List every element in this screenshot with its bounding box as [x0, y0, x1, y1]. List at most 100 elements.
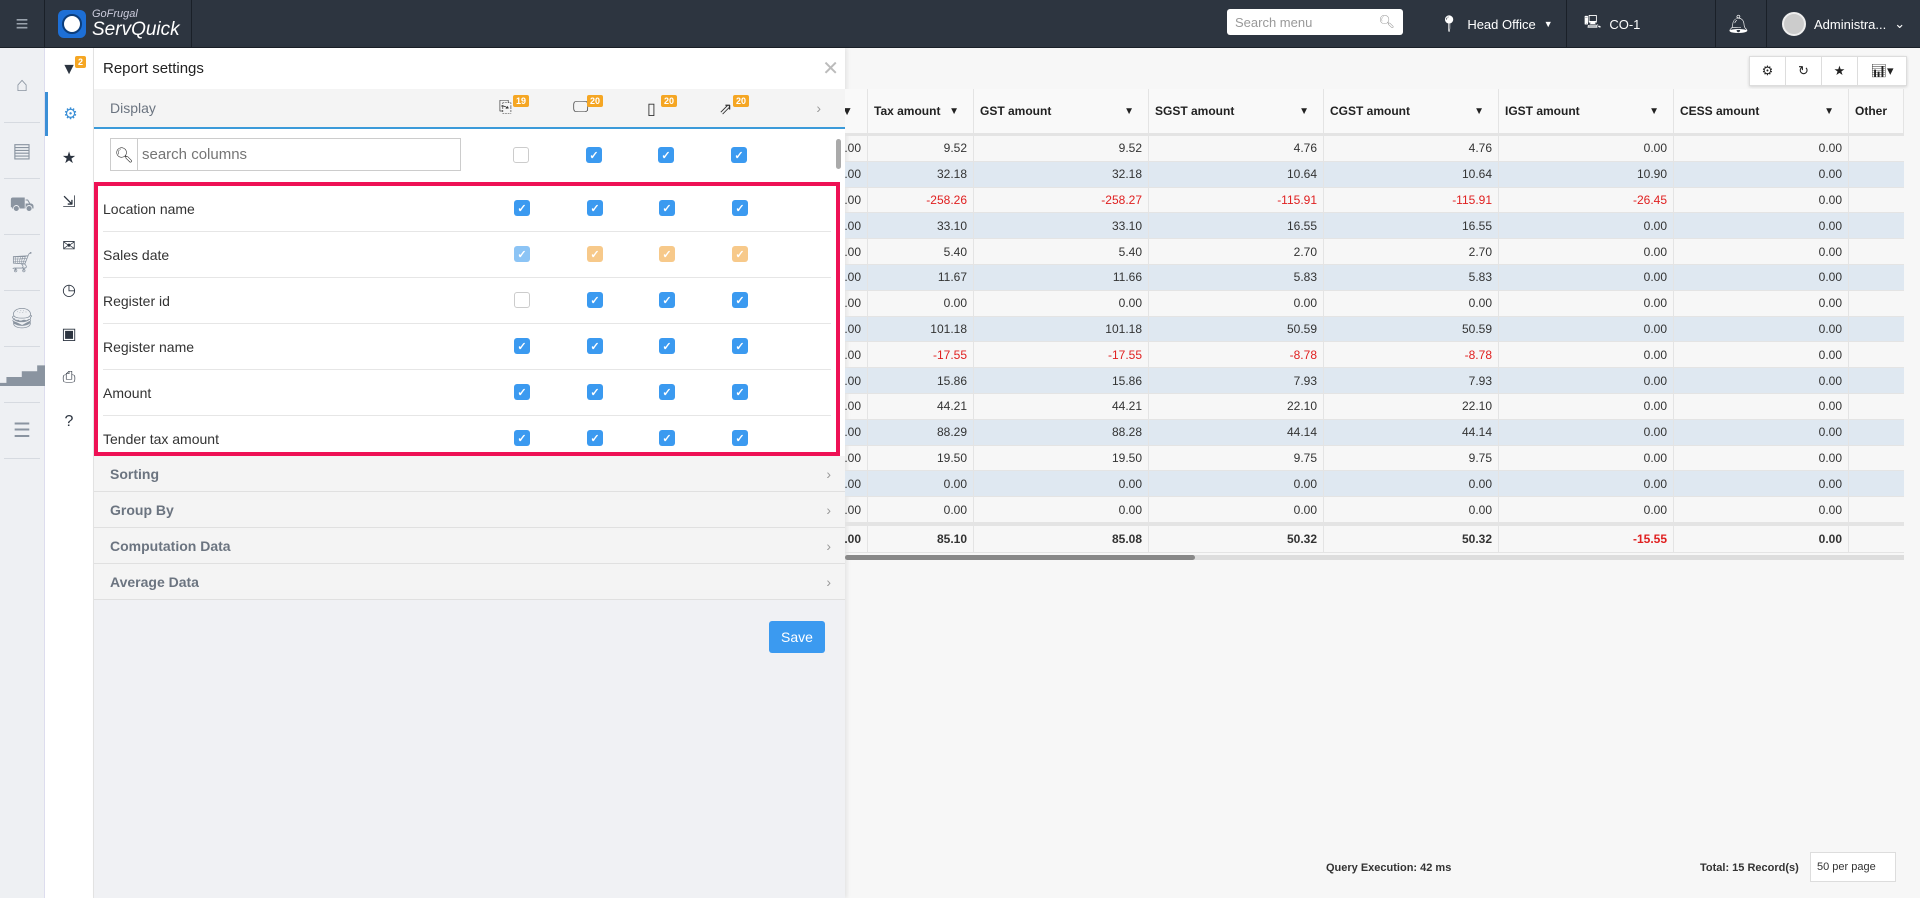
- top-bar: ≡ GoFrugal ServQuick Search menu 🔍︎ 📍︎ Head…: [0, 0, 1920, 48]
- help-icon[interactable]: ?: [45, 400, 93, 444]
- register-selector[interactable]: 🖳 CO-1: [1584, 0, 1640, 48]
- column-visibility-checkbox[interactable]: ✓: [587, 338, 603, 354]
- section-sorting[interactable]: Sorting ›: [94, 456, 845, 492]
- print-icon[interactable]: ⎙: [45, 356, 93, 400]
- search-columns[interactable]: 🔍︎: [110, 138, 461, 171]
- mail-icon[interactable]: ✉: [45, 224, 93, 268]
- cart-icon[interactable]: 🛒︎: [4, 235, 40, 291]
- search-menu-input[interactable]: Search menu 🔍︎: [1227, 9, 1403, 35]
- table-cell: 33.10: [974, 213, 1149, 239]
- table-cell: 10.90: [1499, 161, 1674, 187]
- search-columns-input[interactable]: [138, 146, 438, 163]
- column-visibility-checkbox[interactable]: ✓: [659, 430, 675, 446]
- panel-title: Report settings: [103, 60, 204, 77]
- section-average-data[interactable]: Average Data ›: [94, 564, 845, 600]
- column-header[interactable]: GST amount ▼: [974, 89, 1149, 133]
- column-header[interactable]: CGST amount ▼: [1324, 89, 1499, 133]
- column-header[interactable]: ▼: [845, 89, 868, 133]
- column-visibility-checkbox[interactable]: ✓: [587, 430, 603, 446]
- section-computation-data[interactable]: Computation Data ›: [94, 528, 845, 564]
- column-visibility-checkbox[interactable]: ✓: [514, 430, 530, 446]
- sort-caret-icon[interactable]: ▼: [845, 104, 853, 118]
- sort-caret-icon[interactable]: ▼: [1299, 106, 1309, 117]
- column-visibility-checkbox[interactable]: ✓: [732, 246, 748, 262]
- location-selector[interactable]: 📍︎ Head Office ▼: [1439, 0, 1553, 48]
- sort-caret-icon[interactable]: ▼: [1649, 106, 1659, 117]
- hamburger-menu-icon[interactable]: ≡: [0, 0, 45, 48]
- column-visibility-checkbox[interactable]: ✓: [514, 338, 530, 354]
- table-cell: 0.00: [1674, 161, 1849, 187]
- section-group-by[interactable]: Group By ›: [94, 492, 845, 528]
- filter-icon[interactable]: ▼ 2: [45, 48, 93, 92]
- display-section-header[interactable]: Display ⎘ 19 🖵 20 ▯ 20 ⇗ 20 ›: [94, 89, 845, 129]
- bell-icon[interactable]: 🔔︎: [1727, 0, 1750, 48]
- column-visibility-checkbox[interactable]: ✓: [732, 292, 748, 308]
- clock-icon[interactable]: ◷: [45, 268, 93, 312]
- table-cell-empty: [1849, 420, 1904, 445]
- column-visibility-checkbox[interactable]: ✓: [732, 338, 748, 354]
- column-header-label: SGST amount: [1155, 104, 1235, 118]
- table-cell: 15.86: [868, 368, 974, 393]
- column-visibility-checkbox[interactable]: ✓: [732, 430, 748, 446]
- favorite-star-icon[interactable]: ★: [1822, 57, 1858, 85]
- column-header[interactable]: SGST amount ▼: [1149, 89, 1324, 133]
- close-icon[interactable]: ✕: [822, 56, 839, 81]
- column-visibility-checkbox[interactable]: ✓: [659, 338, 675, 354]
- column-visibility-checkbox[interactable]: ✓: [514, 384, 530, 400]
- chart-dropdown-icon[interactable]: 📊︎▾: [1858, 57, 1906, 85]
- table-cell: 0.00: [974, 497, 1149, 522]
- signal-chart-icon[interactable]: ▁▃▅▇: [0, 347, 53, 403]
- table-cell: -17.55: [974, 342, 1149, 368]
- column-visibility-checkbox[interactable]: ✓: [659, 246, 675, 262]
- user-menu[interactable]: Administra... ⌄: [1782, 0, 1905, 48]
- column-header[interactable]: CESS amount ▼: [1674, 89, 1849, 133]
- horizontal-scrollbar[interactable]: [845, 555, 1904, 560]
- table-cell-empty: [1849, 188, 1904, 213]
- column-header[interactable]: IGST amount ▼: [1499, 89, 1674, 133]
- table-cell: 22.10: [1149, 393, 1324, 419]
- column-visibility-checkbox[interactable]: [514, 292, 530, 308]
- sort-caret-icon[interactable]: ▼: [1824, 106, 1834, 117]
- table-header-row: ▼Tax amount▼GST amount▼SGST amount▼CGST …: [845, 89, 1904, 136]
- sort-caret-icon[interactable]: ▼: [1124, 106, 1134, 117]
- logo[interactable]: GoFrugal ServQuick: [46, 0, 192, 48]
- select-all-checkbox[interactable]: ✓: [658, 147, 674, 163]
- home-icon[interactable]: ⌂: [4, 48, 40, 123]
- column-visibility-checkbox[interactable]: ✓: [659, 384, 675, 400]
- export-icon[interactable]: ⇲: [45, 180, 93, 224]
- gear-icon[interactable]: ⚙: [45, 92, 93, 136]
- column-visibility-checkbox[interactable]: ✓: [587, 200, 603, 216]
- trolley-icon[interactable]: ⛟: [4, 179, 40, 235]
- image-icon[interactable]: ▣: [45, 312, 93, 356]
- column-visibility-checkbox[interactable]: ✓: [659, 292, 675, 308]
- panel-scrollbar[interactable]: [836, 139, 841, 169]
- refresh-icon[interactable]: ↻: [1786, 57, 1822, 85]
- column-visibility-checkbox[interactable]: ✓: [514, 246, 530, 262]
- per-page-select[interactable]: 50 per page: [1810, 852, 1896, 882]
- column-visibility-checkbox[interactable]: ✓: [514, 200, 530, 216]
- table-cell: 32.18: [868, 161, 974, 187]
- table-cell: 0.00: [1674, 445, 1849, 471]
- chevron-right-icon[interactable]: ›: [816, 100, 821, 116]
- sliders-icon[interactable]: ☰: [4, 403, 40, 459]
- column-header[interactable]: Other: [1849, 89, 1904, 133]
- star-icon[interactable]: ★: [45, 136, 93, 180]
- sort-caret-icon[interactable]: ▼: [1474, 106, 1484, 117]
- column-visibility-checkbox[interactable]: ✓: [659, 200, 675, 216]
- settings-gears-icon[interactable]: ⚙: [1750, 57, 1786, 85]
- save-button[interactable]: Save: [769, 621, 825, 653]
- sort-caret-icon[interactable]: ▼: [949, 106, 959, 117]
- select-all-checkbox[interactable]: ✓: [586, 147, 602, 163]
- table-cell: 4.76: [1149, 136, 1324, 161]
- column-visibility-checkbox[interactable]: ✓: [587, 384, 603, 400]
- column-visibility-checkbox[interactable]: ✓: [732, 384, 748, 400]
- reports-icon[interactable]: ▤: [4, 123, 40, 179]
- column-header[interactable]: Tax amount ▼: [868, 89, 974, 133]
- food-icon[interactable]: 🍔︎: [4, 291, 40, 347]
- select-all-checkbox[interactable]: ✓: [731, 147, 747, 163]
- column-visibility-checkbox[interactable]: ✓: [587, 292, 603, 308]
- column-visibility-checkbox[interactable]: ✓: [732, 200, 748, 216]
- column-visibility-checkbox[interactable]: ✓: [587, 246, 603, 262]
- select-all-checkbox[interactable]: [513, 147, 529, 163]
- table-row: .00 -258.26 -258.27 -115.91 -115.91 -26.45 0.0…: [845, 187, 1904, 214]
